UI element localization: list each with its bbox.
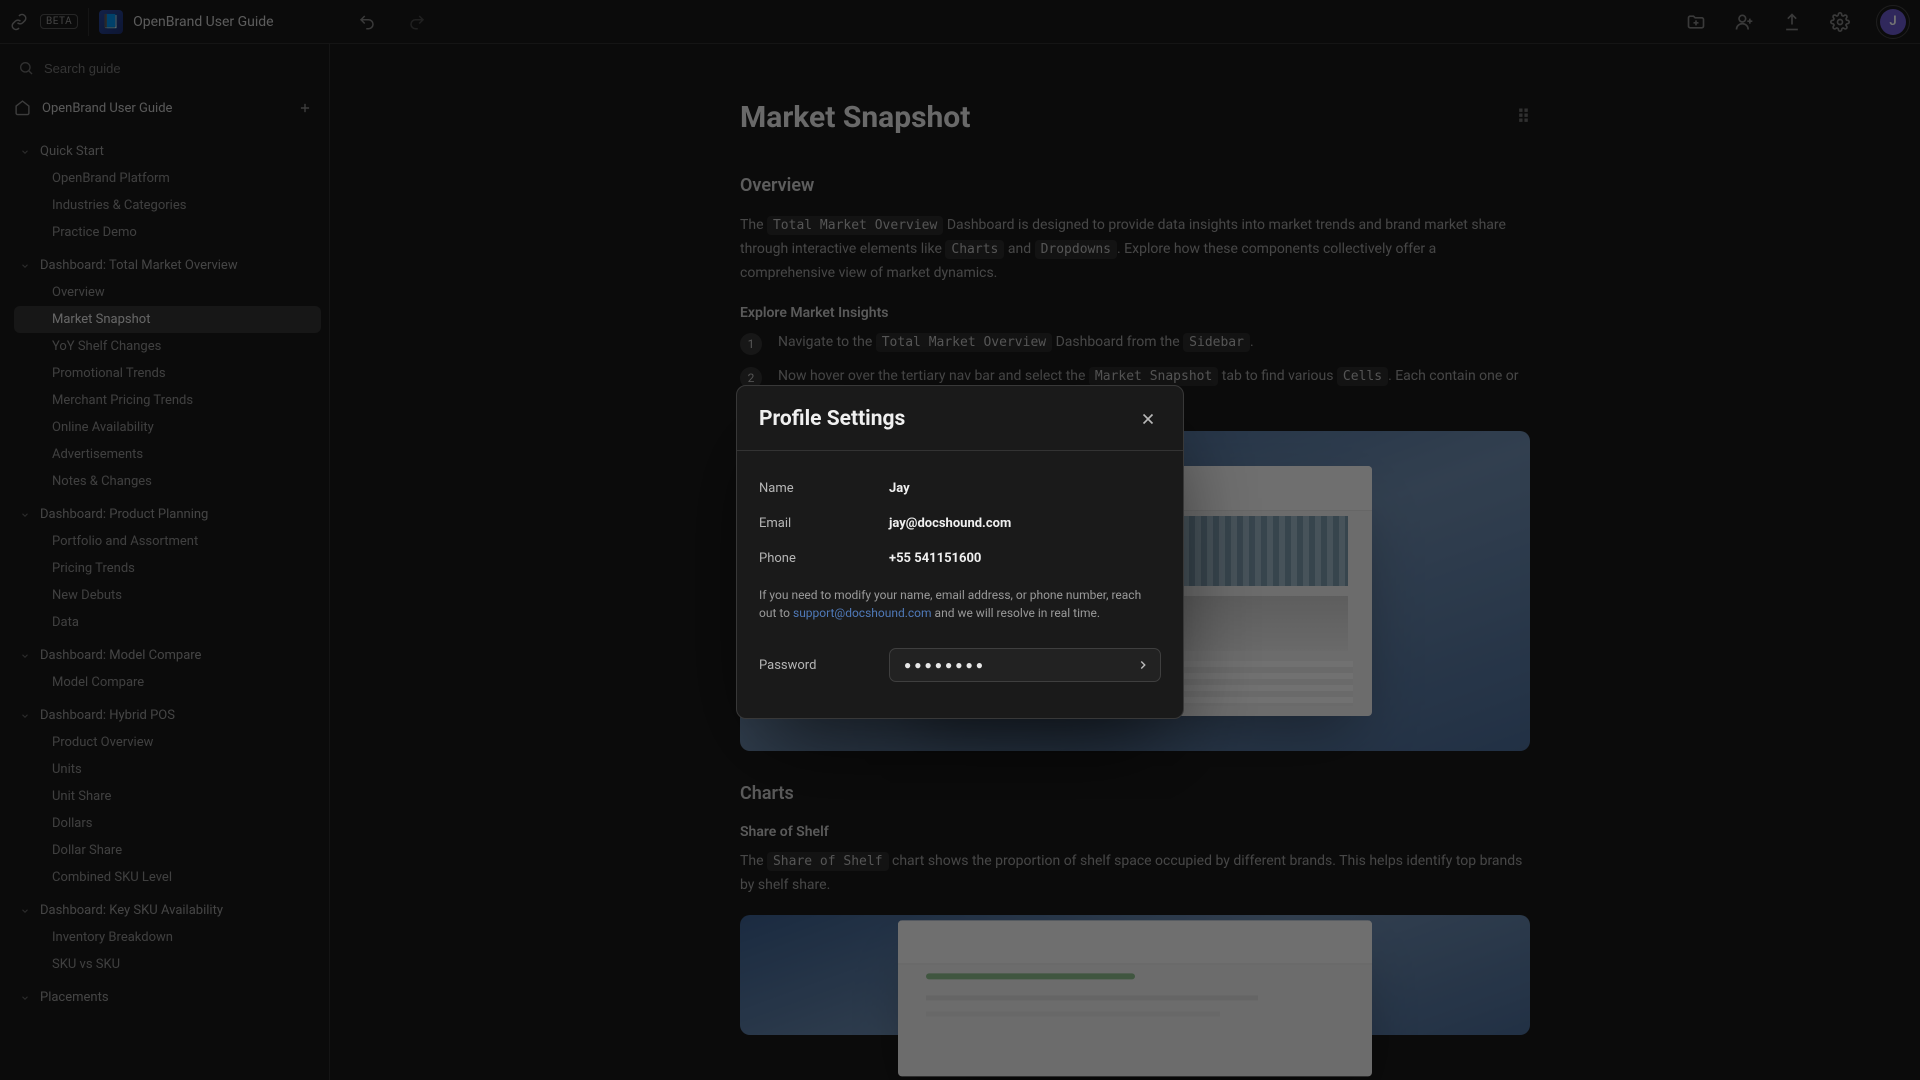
modal-body: Name Jay Email jay@docshound.com Phone +… [737, 451, 1183, 718]
help-text: If you need to modify your name, email a… [759, 586, 1161, 622]
name-label: Name [759, 481, 889, 496]
field-password: Password ●●●●●●●● [759, 644, 1161, 686]
field-email: Email jay@docshound.com [759, 506, 1161, 541]
phone-label: Phone [759, 551, 889, 566]
email-label: Email [759, 516, 889, 531]
password-label: Password [759, 658, 889, 673]
close-icon [1139, 410, 1157, 428]
close-button[interactable] [1135, 406, 1161, 432]
support-email-link[interactable]: support@docshound.com [793, 606, 932, 620]
profile-settings-modal: Profile Settings Name Jay Email jay@docs… [736, 385, 1184, 719]
modal-overlay[interactable]: Profile Settings Name Jay Email jay@docs… [0, 0, 1920, 1080]
modal-title: Profile Settings [759, 407, 905, 431]
email-value: jay@docshound.com [889, 516, 1011, 531]
phone-value: +55 541151600 [889, 551, 981, 566]
password-dots: ●●●●●●●● [904, 658, 986, 672]
field-phone: Phone +55 541151600 [759, 541, 1161, 576]
name-value: Jay [889, 481, 910, 496]
chevron-right-icon[interactable] [1136, 658, 1150, 672]
password-input[interactable]: ●●●●●●●● [889, 648, 1161, 682]
field-name: Name Jay [759, 471, 1161, 506]
modal-header: Profile Settings [737, 386, 1183, 451]
